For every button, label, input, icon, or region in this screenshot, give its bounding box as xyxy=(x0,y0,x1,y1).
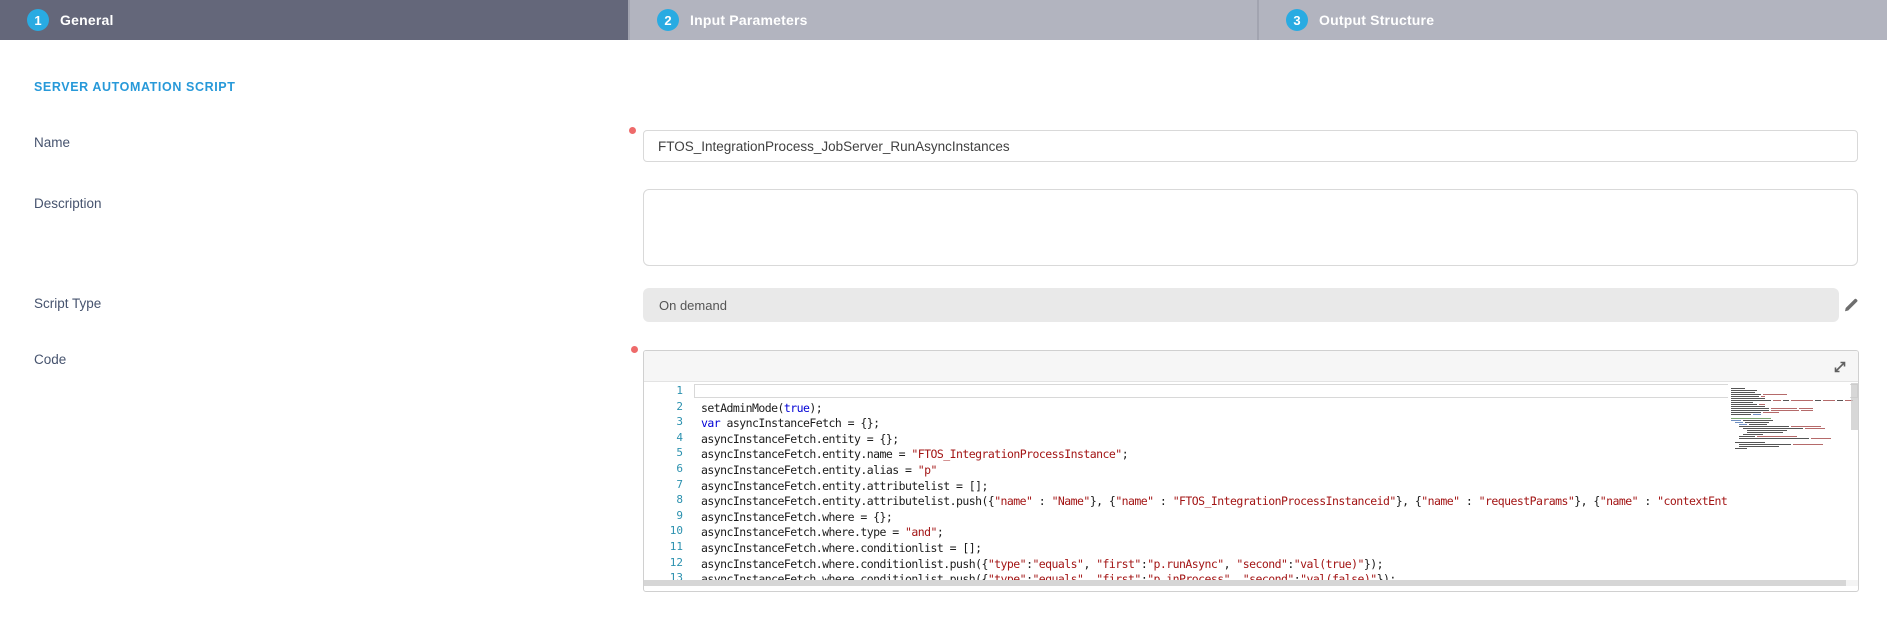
line-number: 8 xyxy=(644,492,694,508)
line-number: 4 xyxy=(644,430,694,446)
code-required-dot xyxy=(631,346,638,353)
step-2-label: Input Parameters xyxy=(690,12,808,28)
line-number: 9 xyxy=(644,508,694,524)
code-line[interactable]: 5asyncInstanceFetch.entity.name = "FTOS_… xyxy=(644,445,1858,461)
code-line[interactable]: 4asyncInstanceFetch.entity = {}; xyxy=(644,430,1858,446)
line-number: 2 xyxy=(644,399,694,415)
step-1-label: General xyxy=(60,12,114,28)
name-input[interactable] xyxy=(643,130,1858,162)
horizontal-scrollbar-thumb[interactable] xyxy=(644,580,1846,586)
expand-editor-icon[interactable] xyxy=(1831,358,1849,376)
vertical-scrollbar-thumb[interactable] xyxy=(1851,383,1858,430)
line-number: 5 xyxy=(644,445,694,461)
line-number: 3 xyxy=(644,414,694,430)
section-title: SERVER AUTOMATION SCRIPT xyxy=(34,80,235,94)
description-textarea[interactable] xyxy=(643,189,1858,266)
code-line[interactable]: 1 xyxy=(644,383,1858,399)
script-type-label: Script Type xyxy=(34,296,101,311)
code-editor[interactable]: 12setAdminMode(true);3var asyncInstanceF… xyxy=(643,350,1859,592)
code-line[interactable]: 10asyncInstanceFetch.where.type = "and"; xyxy=(644,523,1858,539)
code-line[interactable]: 7asyncInstanceFetch.entity.attributelist… xyxy=(644,477,1858,493)
script-type-value: On demand xyxy=(659,298,727,313)
script-type-field: On demand xyxy=(643,288,1839,322)
code-line[interactable]: 8asyncInstanceFetch.entity.attributelist… xyxy=(644,492,1858,508)
step-2-number-badge: 2 xyxy=(657,9,679,31)
minimap-content xyxy=(1731,386,1843,450)
line-number: 11 xyxy=(644,539,694,555)
step-1-number-badge: 1 xyxy=(27,9,49,31)
code-line[interactable]: 11asyncInstanceFetch.where.conditionlist… xyxy=(644,539,1858,555)
description-label: Description xyxy=(34,196,102,211)
name-required-dot xyxy=(629,127,636,134)
server-automation-script-page: 1 General 2 Input Parameters 3 Output St… xyxy=(0,0,1887,622)
code-minimap[interactable] xyxy=(1728,383,1850,587)
line-number: 6 xyxy=(644,461,694,477)
code-line[interactable]: 9asyncInstanceFetch.where = {}; xyxy=(644,508,1858,524)
tab-output-structure[interactable]: 3 Output Structure xyxy=(1257,0,1887,40)
edit-pencil-icon[interactable] xyxy=(1841,295,1861,315)
step-3-label: Output Structure xyxy=(1319,12,1434,28)
wizard-stepper: 1 General 2 Input Parameters 3 Output St… xyxy=(0,0,1887,40)
name-label: Name xyxy=(34,135,70,150)
tab-input-parameters[interactable]: 2 Input Parameters xyxy=(628,0,1257,40)
line-number: 7 xyxy=(644,477,694,493)
code-line[interactable]: 12asyncInstanceFetch.where.conditionlist… xyxy=(644,555,1858,571)
tab-general[interactable]: 1 General xyxy=(0,0,628,40)
code-label: Code xyxy=(34,352,66,367)
current-line-highlight xyxy=(694,384,1858,399)
code-line[interactable]: 6asyncInstanceFetch.entity.alias = "p" xyxy=(644,461,1858,477)
step-3-number-badge: 3 xyxy=(1286,9,1308,31)
line-number: 1 xyxy=(644,383,694,399)
line-number: 12 xyxy=(644,555,694,571)
code-line[interactable]: 3var asyncInstanceFetch = {}; xyxy=(644,414,1858,430)
horizontal-scrollbar[interactable] xyxy=(644,580,1858,586)
code-editor-content[interactable]: 12setAdminMode(true);3var asyncInstanceF… xyxy=(644,383,1858,587)
code-editor-toolbar xyxy=(644,351,1858,382)
code-line[interactable]: 2setAdminMode(true); xyxy=(644,399,1858,415)
line-number: 10 xyxy=(644,523,694,539)
